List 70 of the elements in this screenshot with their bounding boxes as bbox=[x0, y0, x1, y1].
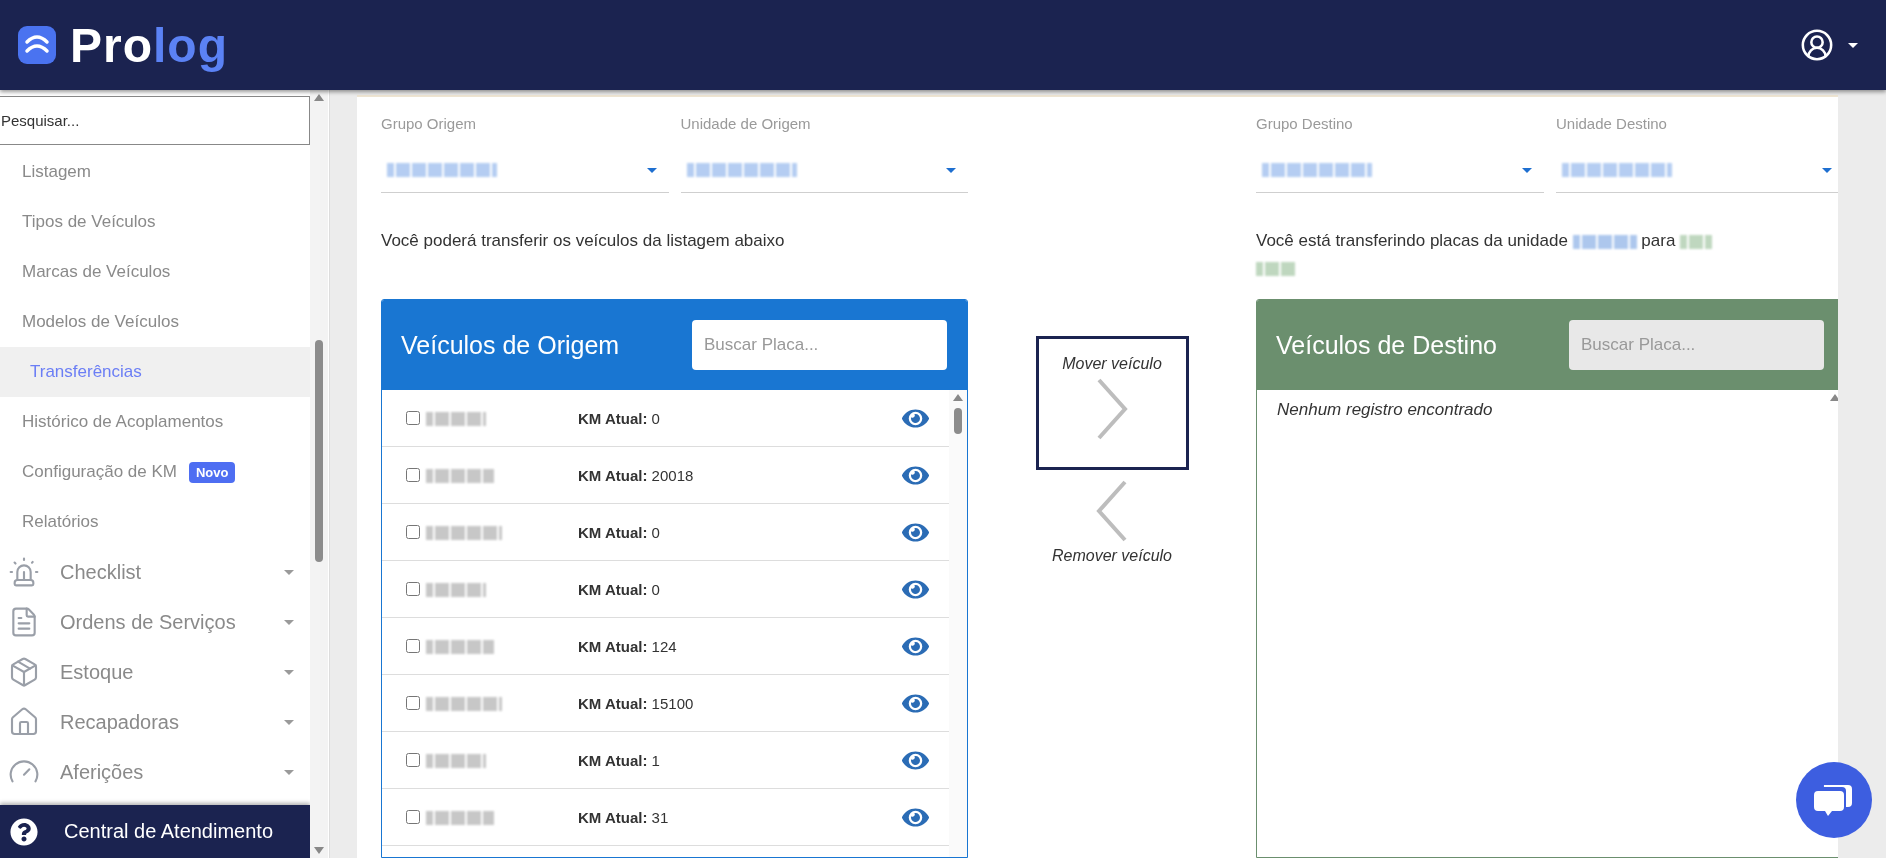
menu-section[interactable]: Estoque bbox=[60, 660, 264, 684]
empty-message: Nenhum registro encontrado bbox=[1277, 400, 1493, 419]
checkbox[interactable] bbox=[406, 753, 420, 767]
move-vehicle-button[interactable]: Mover veículo bbox=[1035, 336, 1189, 470]
filter-label: Grupo Destino bbox=[1256, 115, 1354, 132]
menu-section[interactable]: Checklist bbox=[60, 560, 264, 584]
help-bar[interactable]: Central de Atendimento bbox=[0, 805, 310, 858]
filter-label: Unidade de Origem bbox=[680, 115, 812, 132]
scroll-arrow-icon[interactable] bbox=[1830, 394, 1838, 401]
caret-icon bbox=[284, 769, 294, 775]
help-icon bbox=[10, 817, 38, 846]
menu-item[interactable]: Histórico de Acoplamentos bbox=[0, 397, 310, 447]
menu-section[interactable]: Recapadoras bbox=[60, 710, 264, 734]
redacted-plate bbox=[426, 582, 486, 597]
chevron-right-icon bbox=[1095, 377, 1129, 441]
plate-search-field[interactable]: Buscar Placa... bbox=[1569, 320, 1824, 370]
redacted-plate bbox=[426, 411, 486, 426]
panel-title: Veículos de Origem bbox=[401, 330, 620, 360]
scrollbar[interactable] bbox=[949, 390, 967, 857]
caret-icon bbox=[284, 569, 294, 575]
checkbox[interactable] bbox=[406, 639, 420, 653]
km-reading: KM Atual: 1 bbox=[578, 751, 661, 769]
km-reading: KM Atual: 31 bbox=[578, 808, 670, 826]
redacted-plate bbox=[426, 753, 486, 768]
redacted-plate bbox=[426, 810, 494, 825]
menu-item[interactable]: Relatórios bbox=[0, 497, 310, 547]
checkbox[interactable] bbox=[406, 411, 420, 425]
siren-icon bbox=[8, 556, 40, 588]
menu-item[interactable]: Configuração de KM Novo bbox=[0, 447, 310, 497]
logo-text: Prolog bbox=[70, 17, 228, 73]
km-reading: KM Atual: 124 bbox=[578, 637, 678, 655]
km-reading: KM Atual: 0 bbox=[578, 523, 661, 541]
plate-search-field[interactable]: Buscar Placa... bbox=[692, 320, 947, 370]
package-icon bbox=[8, 656, 40, 688]
transfer-description: Você está transferindo placas da unidade para bbox=[1256, 227, 1838, 299]
chevron-left-icon bbox=[1095, 479, 1129, 543]
scrollbar[interactable] bbox=[310, 90, 328, 858]
checkbox[interactable] bbox=[406, 468, 420, 482]
menu-item[interactable]: Marcas de Veículos bbox=[0, 247, 310, 297]
km-reading: KM Atual: 0 bbox=[578, 580, 661, 598]
menu-item[interactable]: Transferências bbox=[0, 347, 310, 397]
checkbox[interactable] bbox=[406, 810, 420, 824]
panel-title: Veículos de Destino bbox=[1276, 330, 1497, 360]
menu-section[interactable]: Ordens de Serviços bbox=[60, 610, 264, 634]
checkbox[interactable] bbox=[406, 525, 420, 539]
caret-icon bbox=[284, 719, 294, 725]
km-reading: KM Atual: 20018 bbox=[578, 466, 695, 484]
logo-icon bbox=[18, 26, 56, 64]
menu-section[interactable]: Aferições bbox=[60, 760, 264, 784]
user-avatar-icon[interactable] bbox=[1800, 28, 1834, 62]
house-icon bbox=[8, 706, 40, 738]
menu-item[interactable]: Tipos de Veículos bbox=[0, 197, 310, 247]
menu-item[interactable]: Listagem bbox=[0, 147, 310, 197]
caret-icon[interactable] bbox=[1848, 42, 1858, 48]
origin-hint: Você poderá transferir os veículos da listagem abaixo bbox=[381, 230, 786, 252]
checkbox[interactable] bbox=[406, 582, 420, 596]
km-reading: KM Atual: 15100 bbox=[578, 694, 695, 712]
redacted-plate bbox=[426, 639, 494, 654]
help-label: Central de Atendimento bbox=[64, 820, 274, 843]
km-reading: KM Atual: 0 bbox=[578, 409, 661, 427]
new-badge: Novo bbox=[189, 461, 236, 483]
redacted-plate bbox=[426, 468, 494, 483]
caret-icon bbox=[284, 619, 294, 625]
filter-label: Unidade Destino bbox=[1556, 115, 1668, 132]
menu-item[interactable]: Modelos de Veículos bbox=[0, 297, 310, 347]
filter-label: Grupo Origem bbox=[381, 115, 478, 132]
menu-item-label: Configuração de KM bbox=[22, 462, 177, 482]
caret-icon bbox=[284, 669, 294, 675]
checkbox[interactable] bbox=[406, 696, 420, 710]
search-field[interactable]: Pesquisar... bbox=[0, 96, 310, 145]
